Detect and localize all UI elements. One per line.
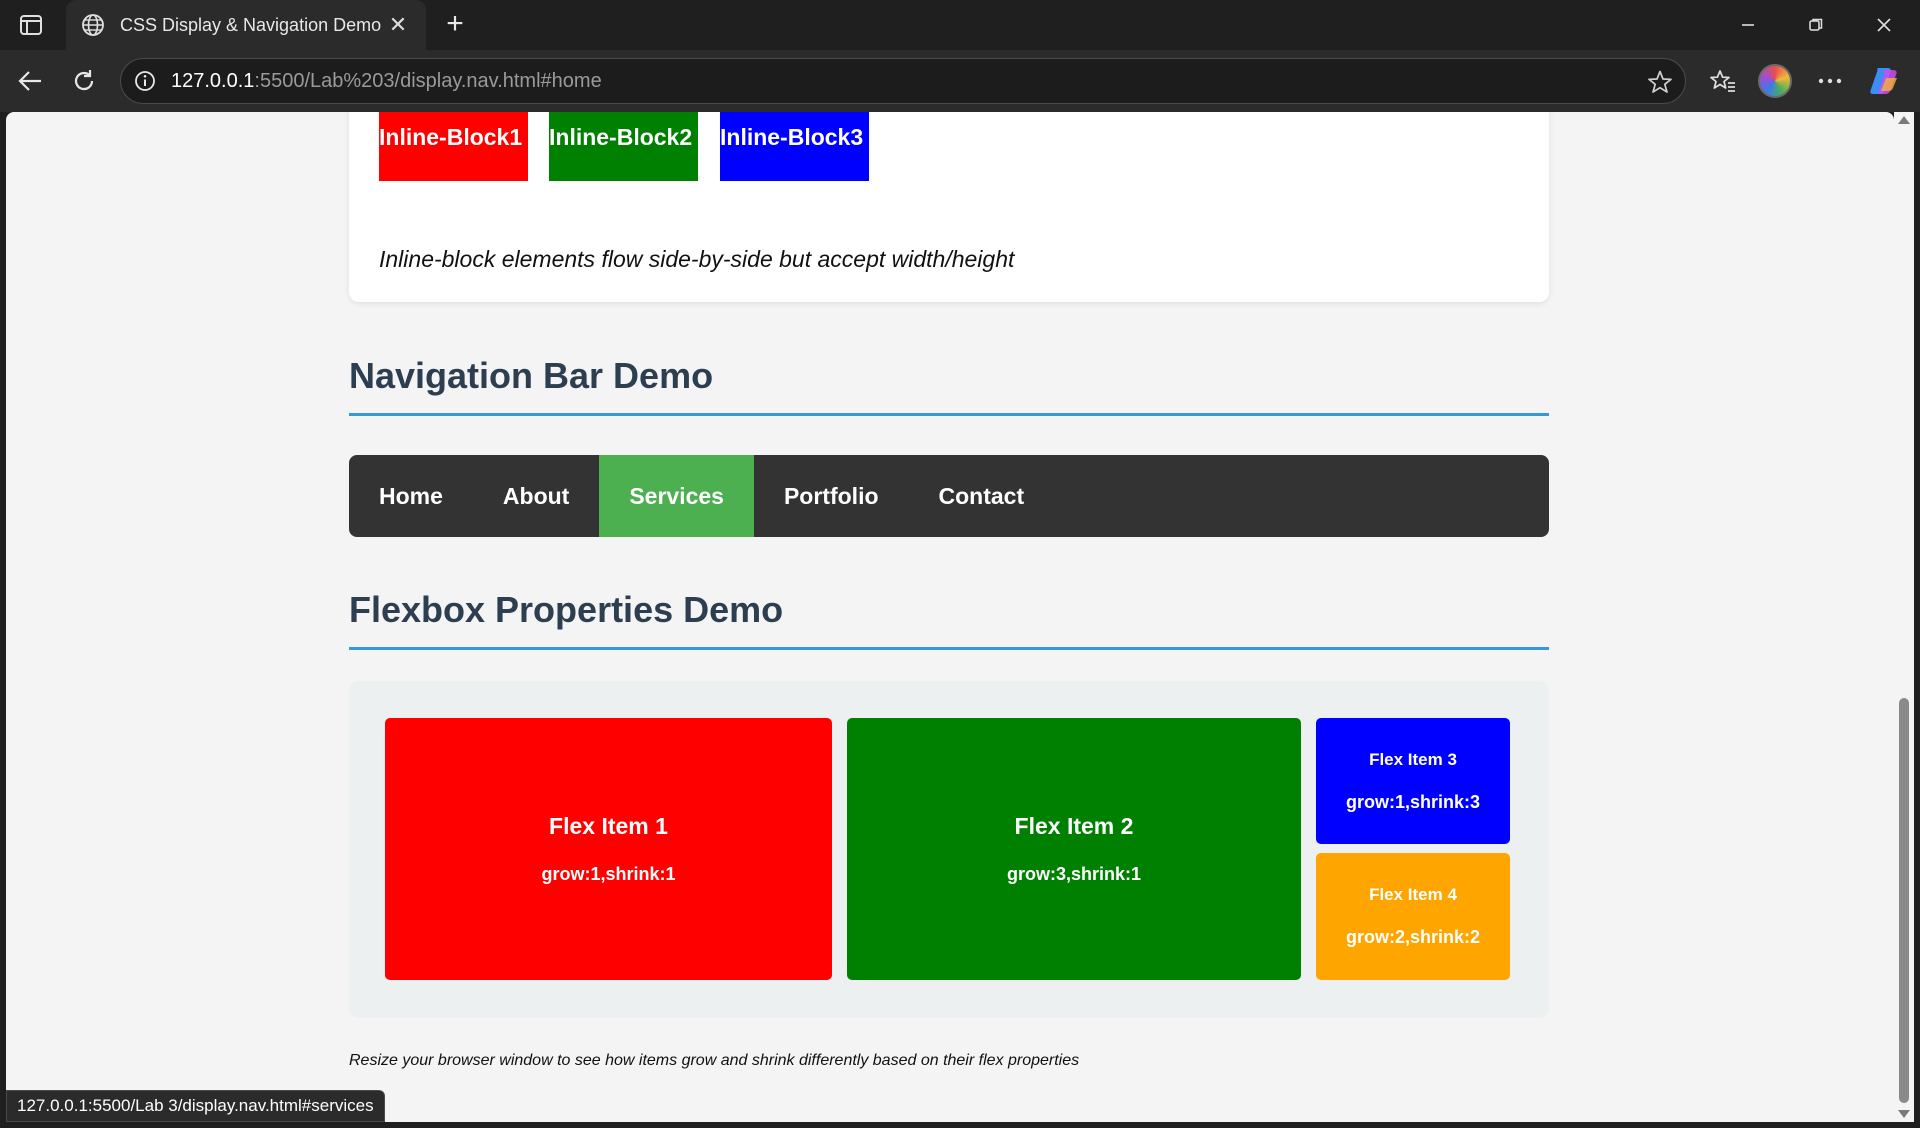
nav-link-about[interactable]: About — [473, 455, 599, 537]
inline-block-label: Inline-Block2 — [549, 124, 693, 150]
flex-item-2: Flex Item 2 grow:3,shrink:1 — [847, 718, 1301, 980]
status-url-bubble: 127.0.0.1:5500/Lab 3/display.nav.html#se… — [6, 1090, 385, 1122]
favorites-icon[interactable] — [1705, 63, 1741, 99]
address-bar[interactable]: 127.0.0.1:5500/Lab%203/display.nav.html#… — [120, 58, 1686, 104]
page-scrollbar[interactable] — [1894, 112, 1914, 1122]
scroll-down-icon[interactable] — [1898, 1110, 1910, 1118]
site-info-icon[interactable] — [133, 69, 157, 93]
reload-icon[interactable] — [66, 63, 102, 99]
flex-container: Flex Item 1 grow:1,shrink:1 Flex Item 2 … — [349, 681, 1549, 1018]
flex-item-props: grow:1,shrink:3 — [1345, 791, 1481, 812]
nav-link-services[interactable]: Services — [599, 455, 754, 537]
globe-icon — [80, 12, 106, 38]
flex-item-title: Flex Item 1 — [549, 813, 668, 839]
inline-block-label: Inline-Block3 — [720, 124, 864, 150]
inline-block-note: Inline-block elements flow side-by-side … — [379, 246, 1015, 272]
back-arrow-icon[interactable] — [12, 63, 48, 99]
flex-item-title: Flex Item 3 — [1369, 749, 1457, 769]
flex-item-3: Flex Item 3 grow:1,shrink:3 — [1316, 718, 1510, 844]
url-text: 127.0.0.1:5500/Lab%203/display.nav.html#… — [171, 70, 602, 93]
tab-actions-icon[interactable] — [14, 10, 48, 40]
browser-tab[interactable]: CSS Display & Navigation Demo ✕ — [66, 0, 426, 50]
minimize-icon[interactable] — [1724, 8, 1772, 42]
resize-note: Resize your browser window to see how it… — [349, 1052, 1080, 1069]
nav-link-home[interactable]: Home — [349, 455, 473, 537]
inline-block-3: Inline-Block3 — [720, 112, 869, 181]
url-path: :5500/Lab%203/display.nav.html#home — [254, 69, 602, 92]
scroll-thumb[interactable] — [1899, 698, 1909, 1103]
inline-block-label: Inline-Block1 — [379, 124, 523, 150]
copilot-icon[interactable] — [1866, 63, 1902, 99]
restore-icon[interactable] — [1792, 8, 1840, 42]
browser-toolbar: 127.0.0.1:5500/Lab%203/display.nav.html#… — [0, 50, 1920, 112]
nav-link-contact[interactable]: Contact — [909, 455, 1055, 537]
inline-block-1: Inline-Block1 — [379, 112, 528, 181]
demo-navbar: Home About Services Portfolio Contact — [349, 455, 1549, 537]
flex-item-props: grow:2,shrink:2 — [1345, 927, 1481, 947]
flex-item-props: grow:1,shrink:1 — [541, 864, 676, 884]
url-host: 127.0.0.1 — [171, 69, 255, 92]
page-viewport: Inline-Block1 Inline-Block2 Inline-Block… — [6, 112, 1894, 1122]
close-tab-icon[interactable]: ✕ — [384, 12, 412, 38]
flex-item-props: grow:3,shrink:1 — [1006, 864, 1142, 884]
new-tab-button[interactable]: + — [438, 8, 472, 42]
scroll-up-icon[interactable] — [1898, 116, 1910, 124]
flex-item-title: Flex Item 4 — [1369, 885, 1457, 904]
avatar — [1758, 64, 1792, 98]
nav-demo-title: Navigation Bar Demo — [349, 355, 1549, 416]
nav-link-portfolio[interactable]: Portfolio — [754, 455, 909, 537]
favorite-star-icon[interactable] — [1647, 69, 1673, 95]
tab-strip: CSS Display & Navigation Demo ✕ + — [0, 0, 1920, 50]
profile-avatar[interactable] — [1757, 63, 1793, 99]
close-window-icon[interactable] — [1860, 8, 1908, 42]
inline-block-2: Inline-Block2 — [549, 112, 698, 181]
flex-demo-title: Flexbox Properties Demo — [349, 589, 1549, 650]
flex-item-title: Flex Item 2 — [1014, 813, 1134, 839]
flex-item-1: Flex Item 1 grow:1,shrink:1 — [385, 718, 832, 980]
tab-title: CSS Display & Navigation Demo — [120, 14, 382, 35]
flex-item-4: Flex Item 4 grow:2,shrink:2 — [1316, 853, 1510, 980]
inline-block-demo-card: Inline-Block1 Inline-Block2 Inline-Block… — [349, 112, 1549, 302]
more-menu-icon[interactable] — [1812, 63, 1848, 99]
